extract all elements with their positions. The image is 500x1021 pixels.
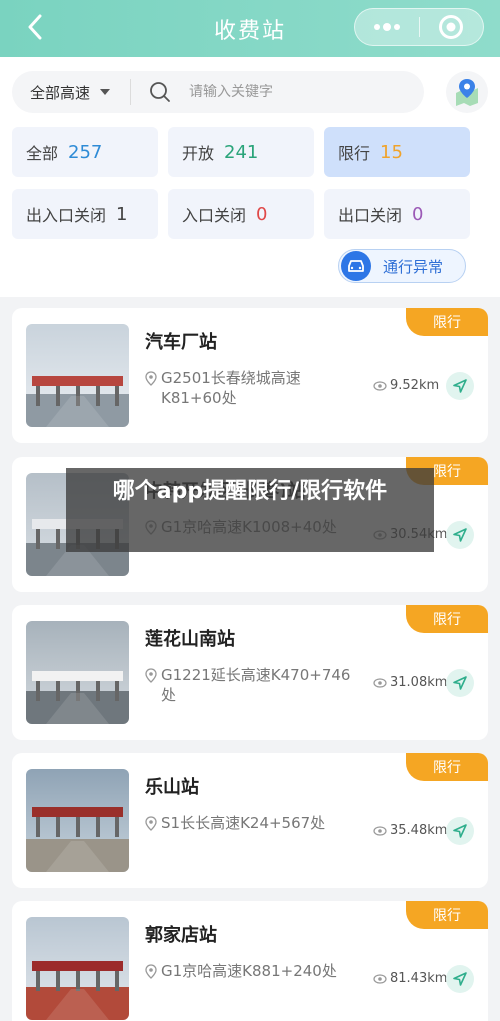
stat-count: 241	[224, 141, 259, 163]
navigation-arrow-icon	[453, 676, 467, 690]
search-input[interactable]	[189, 84, 389, 100]
distance-icon	[373, 380, 387, 391]
stat-count: 0	[412, 203, 424, 225]
station-road: G1221延长高速K470+746处	[145, 665, 355, 705]
station-road: S1长长高速K24+567处	[145, 813, 355, 833]
status-badge: 限行	[406, 901, 488, 929]
station-distance: 81.43km	[373, 971, 447, 986]
navigation-arrow-icon	[453, 824, 467, 838]
navigation-arrow-icon	[453, 528, 467, 542]
location-pin-icon	[145, 816, 157, 831]
station-road-text: G1221延长高速K470+746处	[161, 666, 351, 704]
close-button[interactable]	[420, 9, 483, 45]
caret-down-icon	[100, 89, 111, 95]
target-close-icon	[439, 15, 464, 39]
station-road-text: G2501长春绕城高速K81+60处	[161, 369, 301, 407]
stat-entrance-closed[interactable]: 入口关闭 0	[168, 189, 314, 239]
stat-label: 开放	[182, 144, 215, 163]
distance-icon	[373, 973, 387, 984]
stat-open[interactable]: 开放 241	[168, 127, 314, 177]
station-card[interactable]: 汽车厂站 G2501长春绕城高速K81+60处 9.52km 限行	[12, 308, 488, 443]
divider	[130, 79, 131, 105]
mini-program-capsule	[354, 8, 484, 46]
map-pin-icon	[456, 79, 478, 106]
stat-count: 1	[116, 203, 128, 225]
filter-panel: 全部高速 全部 257 开放 241 限行 15 出入口关闭 1 入口关闭	[0, 57, 500, 297]
station-distance-text: 31.08km	[390, 675, 448, 690]
navigation-arrow-icon	[453, 379, 467, 393]
navigate-button[interactable]	[446, 817, 474, 845]
traffic-anomaly-label: 通行异常	[383, 257, 444, 276]
station-name: 莲花山南站	[145, 629, 235, 650]
search-box: 全部高速	[12, 71, 424, 113]
station-distance-text: 9.52km	[390, 378, 440, 393]
navigate-button[interactable]	[446, 669, 474, 697]
back-button[interactable]	[20, 12, 50, 42]
station-distance: 35.48km	[373, 823, 447, 838]
car-icon	[341, 251, 371, 281]
stat-all-closed[interactable]: 出入口关闭 1	[12, 189, 158, 239]
station-name: 郭家店站	[145, 925, 217, 946]
station-road-text: G1京哈高速K881+240处	[161, 962, 337, 980]
status-badge: 限行	[406, 753, 488, 781]
stat-label: 全部	[26, 144, 59, 163]
station-card[interactable]: 莲花山南站 G1221延长高速K470+746处 31.08km 限行	[12, 605, 488, 740]
navigate-button[interactable]	[446, 372, 474, 400]
distance-icon	[373, 677, 387, 688]
station-distance: 31.08km	[373, 675, 447, 690]
search-icon	[150, 82, 170, 102]
station-photo	[26, 769, 129, 872]
location-pin-icon	[145, 964, 157, 979]
page-title: 收费站	[213, 18, 286, 44]
header-bar: 收费站	[0, 0, 500, 57]
chevron-left-icon	[28, 14, 42, 40]
navigate-button[interactable]	[446, 521, 474, 549]
station-name: 汽车厂站	[145, 332, 217, 353]
highway-select-value: 全部高速	[30, 83, 91, 102]
station-card[interactable]: 郭家店站 G1京哈高速K881+240处 81.43km 限行	[12, 901, 488, 1021]
stat-count: 0	[256, 203, 268, 225]
stat-exit-closed[interactable]: 出口关闭 0	[324, 189, 470, 239]
station-photo	[26, 324, 129, 427]
stat-label: 出口关闭	[338, 206, 403, 225]
location-pin-icon	[145, 668, 157, 683]
station-card[interactable]: 乐山站 S1长长高速K24+567处 35.48km 限行	[12, 753, 488, 888]
overlay-banner: 哪个app提醒限行/限行软件	[66, 468, 434, 552]
stat-restricted[interactable]: 限行 15	[324, 127, 470, 177]
stat-all[interactable]: 全部 257	[12, 127, 158, 177]
distance-icon	[373, 825, 387, 836]
station-distance-text: 81.43km	[390, 971, 448, 986]
navigation-arrow-icon	[453, 972, 467, 986]
traffic-anomaly-button[interactable]: 通行异常	[338, 249, 466, 283]
station-photo	[26, 917, 129, 1020]
more-button[interactable]	[355, 9, 419, 45]
map-location-button[interactable]	[446, 71, 488, 113]
status-badge: 限行	[406, 308, 488, 336]
station-photo	[26, 621, 129, 724]
stat-count: 257	[68, 141, 103, 163]
more-dots-icon	[374, 23, 400, 31]
stat-label: 出入口关闭	[26, 206, 107, 225]
highway-select[interactable]: 全部高速	[12, 82, 130, 103]
station-distance: 9.52km	[373, 378, 439, 393]
location-pin-icon	[145, 371, 157, 386]
status-badge: 限行	[406, 605, 488, 633]
station-road: G2501长春绕城高速K81+60处	[145, 368, 355, 408]
stat-label: 限行	[338, 144, 371, 163]
station-name: 乐山站	[145, 777, 199, 798]
navigate-button[interactable]	[446, 965, 474, 993]
stat-count: 15	[380, 141, 403, 163]
search-row: 全部高速	[12, 71, 488, 113]
station-distance-text: 35.48km	[390, 823, 448, 838]
station-road: G1京哈高速K881+240处	[145, 961, 355, 981]
station-road-text: S1长长高速K24+567处	[161, 814, 326, 832]
stat-label: 入口关闭	[182, 206, 247, 225]
